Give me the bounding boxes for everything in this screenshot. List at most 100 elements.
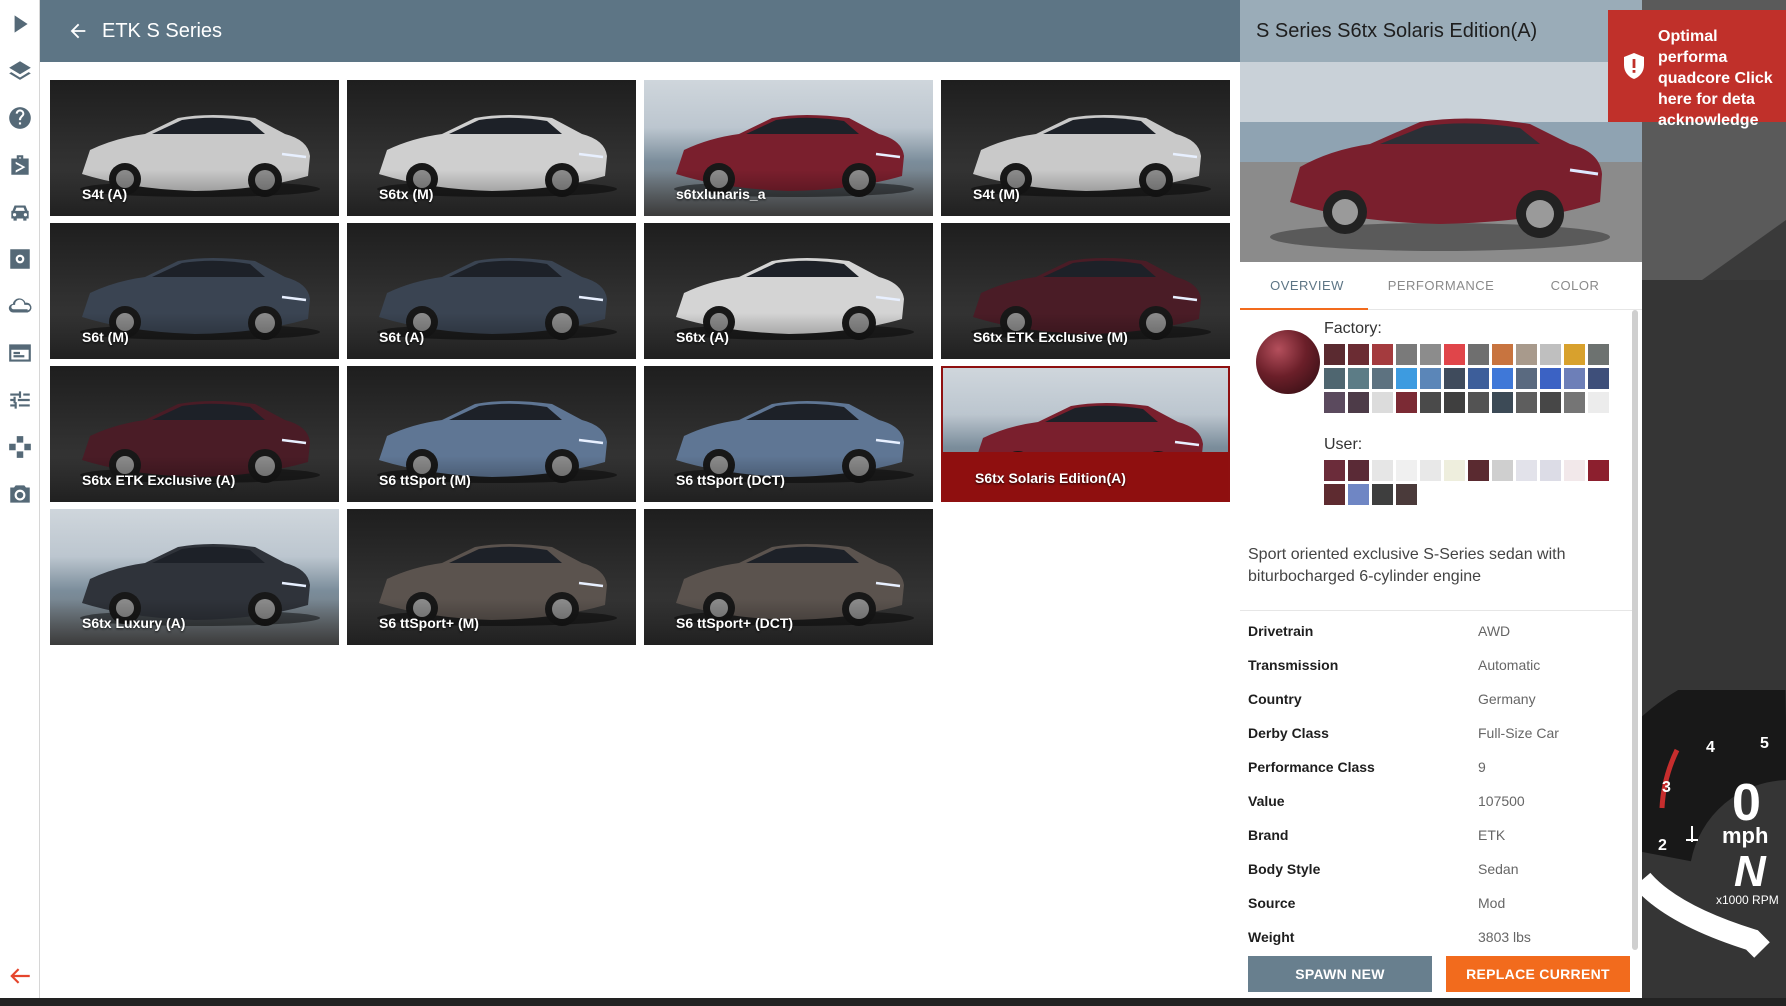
config-tile[interactable]: S6tx (A) xyxy=(644,223,933,359)
user-color-swatch[interactable] xyxy=(1468,460,1489,481)
factory-color-swatch[interactable] xyxy=(1588,344,1609,365)
config-tile[interactable]: S6 ttSport (DCT) xyxy=(644,366,933,502)
factory-color-swatch[interactable] xyxy=(1444,344,1465,365)
spec-key: Source xyxy=(1248,895,1296,911)
exit-arrow-icon[interactable] xyxy=(4,960,36,992)
settings-icon[interactable] xyxy=(4,243,36,275)
factory-color-swatch[interactable] xyxy=(1564,392,1585,413)
detail-tabs: OVERVIEW PERFORMANCE COLOR xyxy=(1240,262,1642,310)
replace-current-button[interactable]: REPLACE CURRENT xyxy=(1446,956,1630,992)
config-tile[interactable]: s6txlunaris_a xyxy=(644,80,933,216)
factory-color-swatch[interactable] xyxy=(1348,392,1369,413)
gauge-tick-4: 4 xyxy=(1706,739,1715,756)
factory-color-swatch[interactable] xyxy=(1540,344,1561,365)
user-color-swatch[interactable] xyxy=(1588,460,1609,481)
factory-color-swatch[interactable] xyxy=(1564,344,1585,365)
factory-color-swatch[interactable] xyxy=(1324,392,1345,413)
factory-color-swatch[interactable] xyxy=(1396,368,1417,389)
user-color-swatch[interactable] xyxy=(1372,460,1393,481)
performance-notice[interactable]: Optimal performa quadcore Click here for… xyxy=(1608,10,1786,129)
factory-color-swatch[interactable] xyxy=(1540,368,1561,389)
factory-color-swatch[interactable] xyxy=(1348,344,1369,365)
factory-color-swatch[interactable] xyxy=(1396,344,1417,365)
config-tile[interactable]: S6tx (M) xyxy=(347,80,636,216)
user-color-swatch[interactable] xyxy=(1564,460,1585,481)
tab-performance[interactable]: PERFORMANCE xyxy=(1374,262,1508,309)
config-tile[interactable]: S6tx ETK Exclusive (A) xyxy=(50,366,339,502)
scrollbar[interactable] xyxy=(1632,310,1638,950)
factory-color-swatch[interactable] xyxy=(1492,392,1513,413)
vehicle-description: Sport oriented exclusive S-Series sedan … xyxy=(1248,546,1566,585)
spec-key: Transmission xyxy=(1248,657,1339,673)
gamepad-icon[interactable] xyxy=(4,431,36,463)
factory-color-swatch[interactable] xyxy=(1516,344,1537,365)
factory-color-swatch[interactable] xyxy=(1516,392,1537,413)
spec-key: Performance Class xyxy=(1248,759,1375,775)
factory-color-swatch[interactable] xyxy=(1468,344,1489,365)
user-color-swatch[interactable] xyxy=(1348,484,1369,505)
factory-color-swatch[interactable] xyxy=(1348,368,1369,389)
tab-overview[interactable]: OVERVIEW xyxy=(1240,262,1374,309)
user-color-swatch[interactable] xyxy=(1396,484,1417,505)
factory-color-swatch[interactable] xyxy=(1396,392,1417,413)
cloud-icon[interactable] xyxy=(4,290,36,322)
factory-color-swatch[interactable] xyxy=(1516,368,1537,389)
back-arrow-icon[interactable] xyxy=(66,19,90,43)
spawn-new-button[interactable]: SPAWN NEW xyxy=(1248,956,1432,992)
tile-label: S6tx ETK Exclusive (A) xyxy=(82,472,236,488)
user-swatches xyxy=(1324,460,1614,505)
layers-icon[interactable] xyxy=(4,55,36,87)
config-tile[interactable]: S6tx ETK Exclusive (M) xyxy=(941,223,1230,359)
user-color-swatch[interactable] xyxy=(1324,460,1345,481)
help-icon[interactable] xyxy=(4,102,36,134)
factory-color-swatch[interactable] xyxy=(1420,344,1441,365)
factory-color-swatch[interactable] xyxy=(1492,368,1513,389)
factory-color-swatch[interactable] xyxy=(1588,392,1609,413)
factory-color-swatch[interactable] xyxy=(1372,392,1393,413)
spec-value: AWD xyxy=(1478,623,1511,639)
window-icon[interactable] xyxy=(4,337,36,369)
factory-color-swatch[interactable] xyxy=(1540,392,1561,413)
tile-label: s6txlunaris_a xyxy=(676,186,766,202)
user-color-swatch[interactable] xyxy=(1396,460,1417,481)
suitcase-icon[interactable] xyxy=(4,149,36,181)
factory-color-swatch[interactable] xyxy=(1444,368,1465,389)
user-color-swatch[interactable] xyxy=(1324,484,1345,505)
tab-color[interactable]: COLOR xyxy=(1508,262,1642,309)
factory-color-swatch[interactable] xyxy=(1420,368,1441,389)
user-color-swatch[interactable] xyxy=(1444,460,1465,481)
config-tile[interactable]: S6tx Luxury (A) xyxy=(50,509,339,645)
user-color-swatch[interactable] xyxy=(1348,460,1369,481)
config-tile[interactable]: S6tx Solaris Edition(A) xyxy=(941,366,1230,502)
factory-color-swatch[interactable] xyxy=(1324,344,1345,365)
factory-color-swatch[interactable] xyxy=(1564,368,1585,389)
sliders-icon[interactable] xyxy=(4,384,36,416)
config-tile[interactable]: S4t (A) xyxy=(50,80,339,216)
user-color-swatch[interactable] xyxy=(1516,460,1537,481)
tile-label: S6t (M) xyxy=(82,329,129,345)
spec-key: Value xyxy=(1248,793,1285,809)
factory-color-swatch[interactable] xyxy=(1372,368,1393,389)
car-icon[interactable] xyxy=(4,196,36,228)
user-color-swatch[interactable] xyxy=(1420,460,1441,481)
camera-icon[interactable] xyxy=(4,478,36,510)
config-tile[interactable]: S6t (A) xyxy=(347,223,636,359)
play-icon[interactable] xyxy=(4,8,36,40)
config-tile[interactable]: S6 ttSport (M) xyxy=(347,366,636,502)
factory-color-swatch[interactable] xyxy=(1588,368,1609,389)
user-color-swatch[interactable] xyxy=(1492,460,1513,481)
factory-color-swatch[interactable] xyxy=(1420,392,1441,413)
shield-alert-icon xyxy=(1624,53,1644,79)
user-color-swatch[interactable] xyxy=(1540,460,1561,481)
factory-color-swatch[interactable] xyxy=(1468,392,1489,413)
config-tile[interactable]: S6 ttSport+ (DCT) xyxy=(644,509,933,645)
config-tile[interactable]: S6t (M) xyxy=(50,223,339,359)
factory-color-swatch[interactable] xyxy=(1372,344,1393,365)
user-color-swatch[interactable] xyxy=(1372,484,1393,505)
factory-color-swatch[interactable] xyxy=(1444,392,1465,413)
factory-color-swatch[interactable] xyxy=(1492,344,1513,365)
factory-color-swatch[interactable] xyxy=(1324,368,1345,389)
config-tile[interactable]: S6 ttSport+ (M) xyxy=(347,509,636,645)
config-tile[interactable]: S4t (M) xyxy=(941,80,1230,216)
factory-color-swatch[interactable] xyxy=(1468,368,1489,389)
